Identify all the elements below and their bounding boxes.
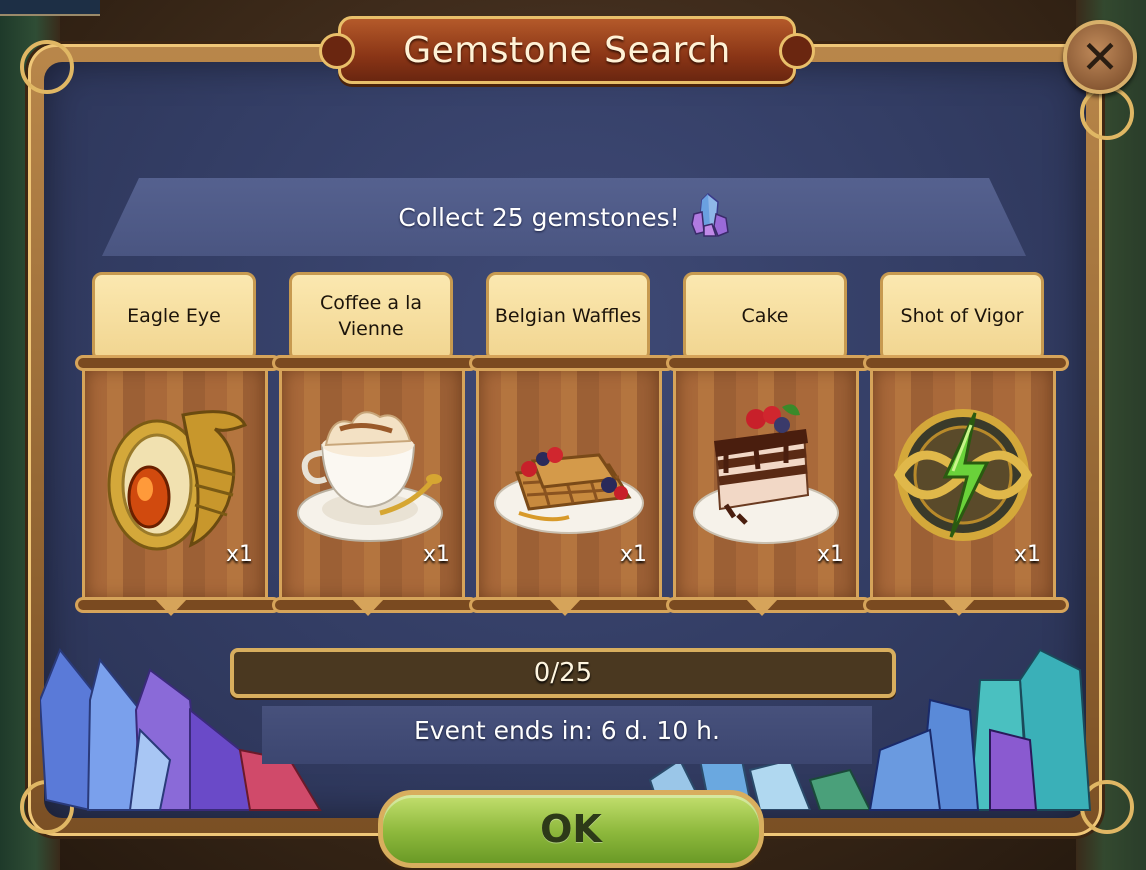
- close-button[interactable]: ✕: [1063, 20, 1137, 94]
- reward-name: Cake: [683, 272, 847, 362]
- eagle-ring-icon: [107, 410, 248, 551]
- progress-bar: 0/25: [230, 648, 896, 698]
- reward-cards: Eagle Eye x1 Coffee a la Vienne x1 Belgi…: [75, 272, 1069, 618]
- objective-ribbon: Collect 25 gemstones!: [102, 178, 1026, 256]
- frame-corner-ornament: [20, 40, 74, 94]
- ok-button-label: OK: [540, 807, 602, 851]
- cake-slice-icon: [693, 404, 839, 544]
- frame-corner-ornament: [1080, 86, 1134, 140]
- coffee-cup-icon: [297, 411, 443, 542]
- reward-card: Eagle Eye x1: [75, 272, 281, 618]
- reward-quantity: x1: [816, 542, 844, 567]
- reward-name: Shot of Vigor: [880, 272, 1044, 362]
- reward-name: Coffee a la Vienne: [289, 272, 453, 362]
- reward-card: Coffee a la Vienne x1: [272, 272, 478, 618]
- reward-name: Eagle Eye: [92, 272, 256, 362]
- reward-card: Belgian Waffles x1: [469, 272, 675, 618]
- reward-quantity: x1: [225, 542, 253, 567]
- background-top-bar: [0, 0, 100, 16]
- reward-card-body: x1: [469, 355, 675, 613]
- reward-card-body: x1: [666, 355, 872, 613]
- reward-name: Belgian Waffles: [486, 272, 650, 362]
- event-timer: Event ends in: 6 d. 10 h.: [414, 716, 720, 745]
- title-banner: Gemstone Search: [319, 16, 815, 84]
- reward-card-body: x1: [272, 355, 478, 613]
- reward-card: Cake x1: [666, 272, 872, 618]
- reward-card-body: x1: [75, 355, 281, 613]
- reward-quantity: x1: [619, 542, 647, 567]
- ok-button[interactable]: OK: [378, 790, 764, 868]
- waffles-icon: [494, 447, 644, 534]
- reward-card: Shot of Vigor x1: [863, 272, 1069, 618]
- reward-card-body: x1: [863, 355, 1069, 613]
- gemstone-cluster-icon: [690, 192, 730, 242]
- reward-quantity: x1: [422, 542, 450, 567]
- close-icon: ✕: [1080, 30, 1120, 84]
- crystal-cluster-right: [860, 640, 1100, 824]
- reward-quantity: x1: [1013, 542, 1041, 567]
- objective-text: Collect 25 gemstones!: [398, 202, 680, 232]
- dialog-title: Gemstone Search: [403, 29, 731, 71]
- lightning-amulet-icon: [893, 409, 1033, 541]
- progress-label: 0/25: [533, 658, 593, 688]
